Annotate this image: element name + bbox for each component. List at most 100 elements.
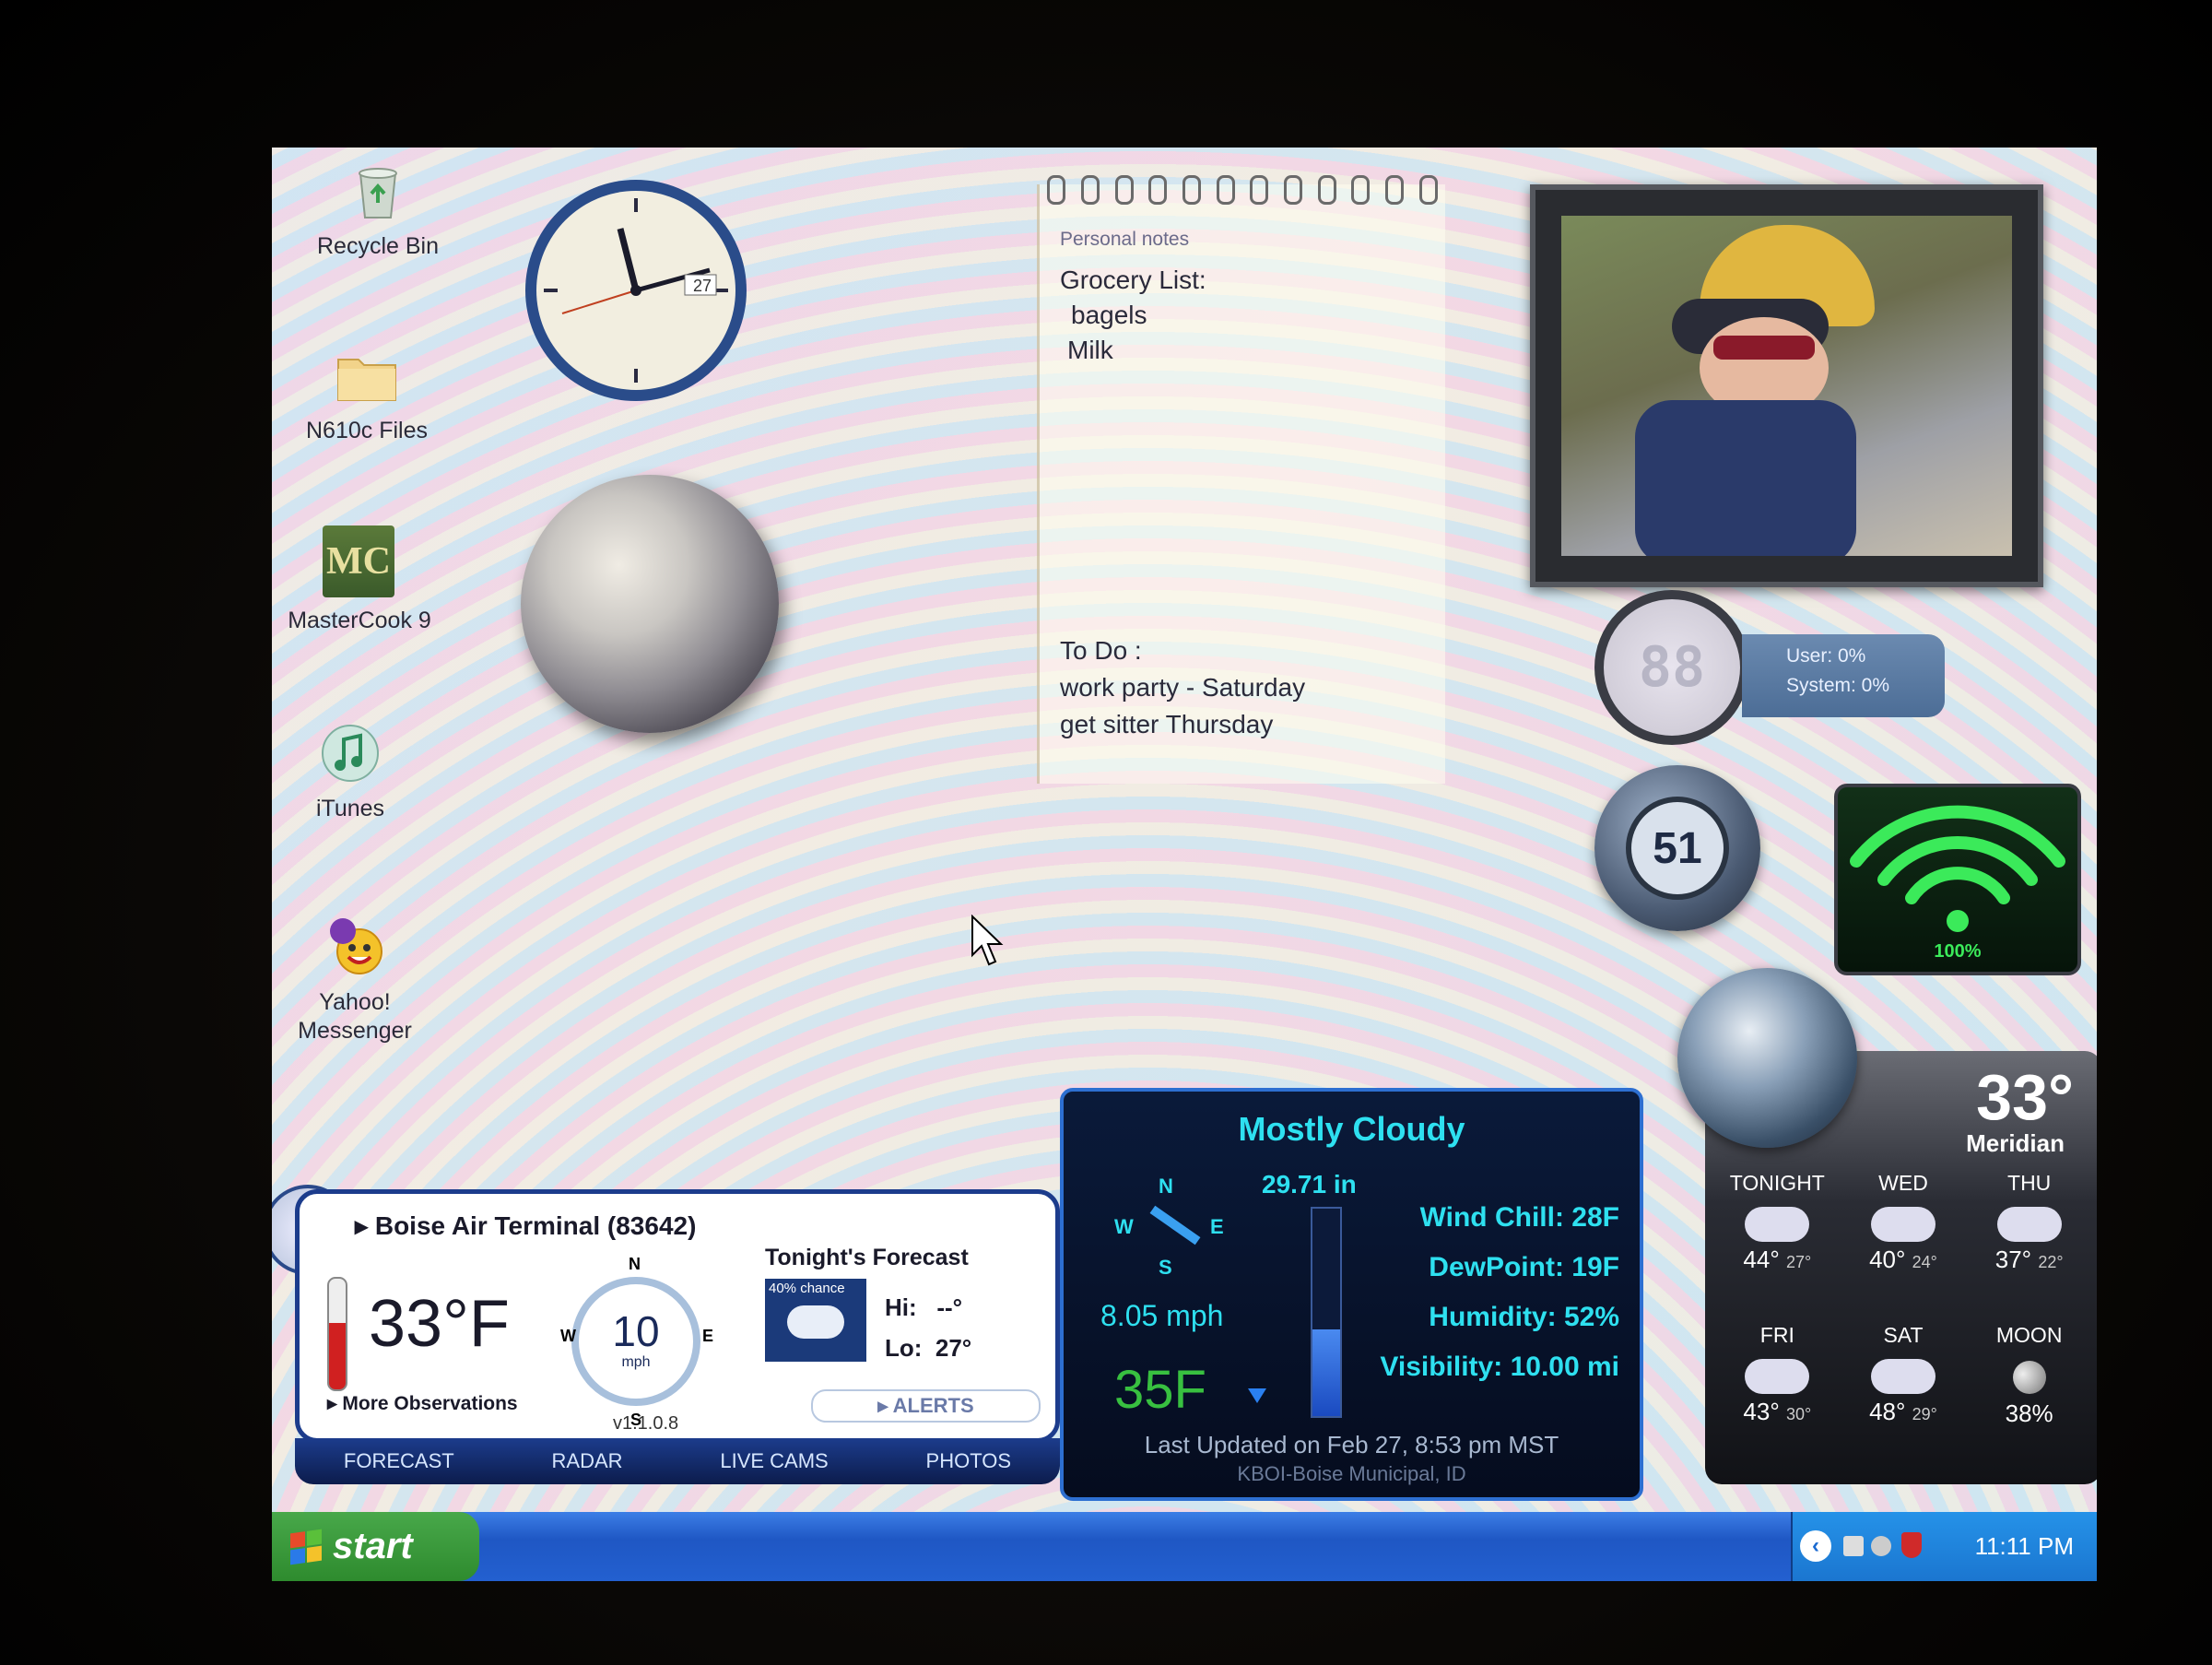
version-label: v1.1.0.8 [613,1413,679,1434]
tab-photos[interactable]: PHOTOS [926,1449,1012,1473]
forecast-title: Tonight's Forecast [765,1245,969,1270]
visibility: Visibility: 10.00 mi [1380,1352,1619,1382]
wind-speed: 10 [612,1307,660,1355]
forecast-day[interactable]: TONIGHT 44° 27° [1714,1171,1841,1323]
snow-cloud-icon [787,1305,844,1339]
desktop-icon-label: iTunes [315,796,385,821]
moon-phase[interactable]: MOON 38% [1966,1323,2092,1475]
forecast-day[interactable]: WED 40° 24° [1841,1171,1967,1323]
tray-expand-icon[interactable]: ‹ [1800,1530,1831,1562]
note-line[interactable]: get sitter Thursday [1060,710,1273,739]
conditions-title: Mostly Cloudy [1238,1110,1465,1148]
compass-s: S [1159,1256,1172,1279]
cpu-digital-readout: 88 [1638,635,1706,700]
dew-point: DewPoint: 19F [1429,1252,1619,1282]
mastercook-icon: MC [323,525,396,599]
wifi-signal-gadget[interactable]: 100% [1834,784,2081,975]
station-name: KBOI-Boise Municipal, ID [1237,1462,1466,1485]
current-temp: 35F [1114,1360,1206,1420]
network-meter-gadget[interactable]: 51 [1594,765,1760,931]
start-button[interactable]: start [272,1512,479,1581]
notes-gadget[interactable]: Personal notes Grocery List: bagels Milk… [1037,175,1445,784]
temp-trend-icon [1248,1388,1266,1403]
wifi-icon [1850,805,2065,932]
note-line[interactable]: Grocery List: [1060,266,1206,295]
cpu-user: User: 0% [1786,645,1866,667]
note-line[interactable]: To Do : [1060,636,1142,666]
slideshow-photo [1561,216,2012,556]
forecast-gadget[interactable]: 33° Meridian TONIGHT 44° 27° WED 40° 24°… [1677,968,2097,1484]
clock-gadget[interactable]: 27 [521,175,751,406]
conditions-gadget[interactable]: Mostly Cloudy N E S W 8.05 mph 29.71 in … [1060,1088,1643,1501]
security-shield-icon[interactable] [1901,1532,1922,1558]
yahoo-messenger-icon [321,913,389,981]
wind-unit: mph [621,1354,651,1370]
system-tray: ‹ 11:11 PM [1791,1512,2097,1581]
current-temp: 33° [1976,1061,2074,1133]
desktop-icon-n610c-files[interactable]: N610c Files [279,341,454,445]
desktop-icon-label: N610c Files [306,418,428,443]
forecast-grid: TONIGHT 44° 27° WED 40° 24° THU 37° 22° … [1714,1171,2092,1475]
tab-live-cams[interactable]: LIVE CAMS [720,1449,828,1473]
moon-icon [2012,1361,2046,1394]
tab-forecast[interactable]: FORECAST [344,1449,454,1473]
compass-w: W [560,1327,576,1345]
forecast-day[interactable]: SAT 48° 29° [1841,1323,1967,1475]
forecast-icon[interactable]: 40% chance [765,1279,866,1362]
tab-radar[interactable]: RADAR [552,1449,623,1473]
desktop-icon-yahoo-messenger[interactable]: Yahoo! Messenger [272,913,442,1046]
compass-w: W [1114,1215,1134,1238]
snow-cloud-icon [1870,1359,1936,1394]
humidity: Humidity: 52% [1429,1302,1619,1332]
precip-chance: 40% chance [769,1281,845,1296]
taskbar: start ‹ 11:11 PM [272,1512,2097,1581]
volume-icon[interactable] [1843,1536,1864,1556]
desktop-icon-mastercook[interactable]: MC MasterCook 9 [272,525,447,635]
earth-icon [1677,968,1857,1148]
note-line[interactable]: work party - Saturday [1060,673,1305,703]
desktop-icon-itunes[interactable]: iTunes [272,719,438,823]
wind-chill: Wind Chill: 28F [1419,1202,1619,1233]
analog-clock [525,180,747,401]
current-temp: 33°F [369,1287,510,1361]
slideshow-gadget[interactable] [1530,184,2043,587]
snow-cloud-icon [1745,1207,1810,1242]
wind-direction-compass: N E S W [1114,1175,1224,1279]
network-icon[interactable] [1871,1536,1891,1556]
itunes-icon [316,719,384,787]
note-line[interactable]: Milk [1067,336,1113,365]
cpu-meter-gadget[interactable]: 88 User: 0% System: 0% [1594,590,1954,756]
location-name: Meridian [1966,1129,2065,1157]
compass-e: E [1210,1215,1224,1238]
lo-label: Lo: [885,1334,923,1362]
more-observations-link[interactable]: More Observations [342,1393,517,1414]
forecast-day[interactable]: FRI 43° 30° [1714,1323,1841,1475]
forecast-day[interactable]: THU 37° 22° [1966,1171,2092,1323]
snow-cloud-icon [1870,1207,1936,1242]
compass-e: E [701,1327,713,1345]
notes-header: Personal notes [1060,229,1190,250]
weatherbug-gadget[interactable]: ▸ Boise Air Terminal (83642) 33°F ▸ More… [272,1175,1060,1503]
desktop-icon-recycle-bin[interactable]: Recycle Bin [290,157,465,261]
compass-n: N [629,1255,641,1273]
wifi-strength: 100% [1934,941,1982,962]
wind-compass: W E N S 10 mph [560,1255,713,1429]
clock-time[interactable]: 11:11 PM [1975,1532,2074,1561]
station-name[interactable]: Boise Air Terminal (83642) [375,1211,697,1240]
note-line[interactable]: bagels [1071,301,1147,330]
hi-label: Hi: [885,1293,917,1321]
pressure-bar [1311,1207,1342,1418]
wind-arrow-icon [1149,1205,1201,1246]
compass-n: N [1159,1175,1173,1198]
moon-phase-gadget[interactable] [521,475,779,733]
alerts-button[interactable]: ▸ ALERTS [811,1389,1041,1423]
desktop-icon-label: Recycle Bin [317,233,439,259]
recycle-bin-icon [344,157,412,225]
snow-cloud-icon [1996,1207,2062,1242]
last-updated: Last Updated on Feb 27, 8:53 pm MST [1144,1431,1559,1458]
desktop-icon-label: Yahoo! Messenger [298,989,412,1045]
windows-logo-icon [290,1529,322,1565]
gauge-value: 51 [1653,823,1702,873]
desktop[interactable]: Recycle Bin N610c Files MC MasterCook 9 … [272,148,2097,1581]
desktop-icon-label: MasterCook 9 [288,608,431,633]
